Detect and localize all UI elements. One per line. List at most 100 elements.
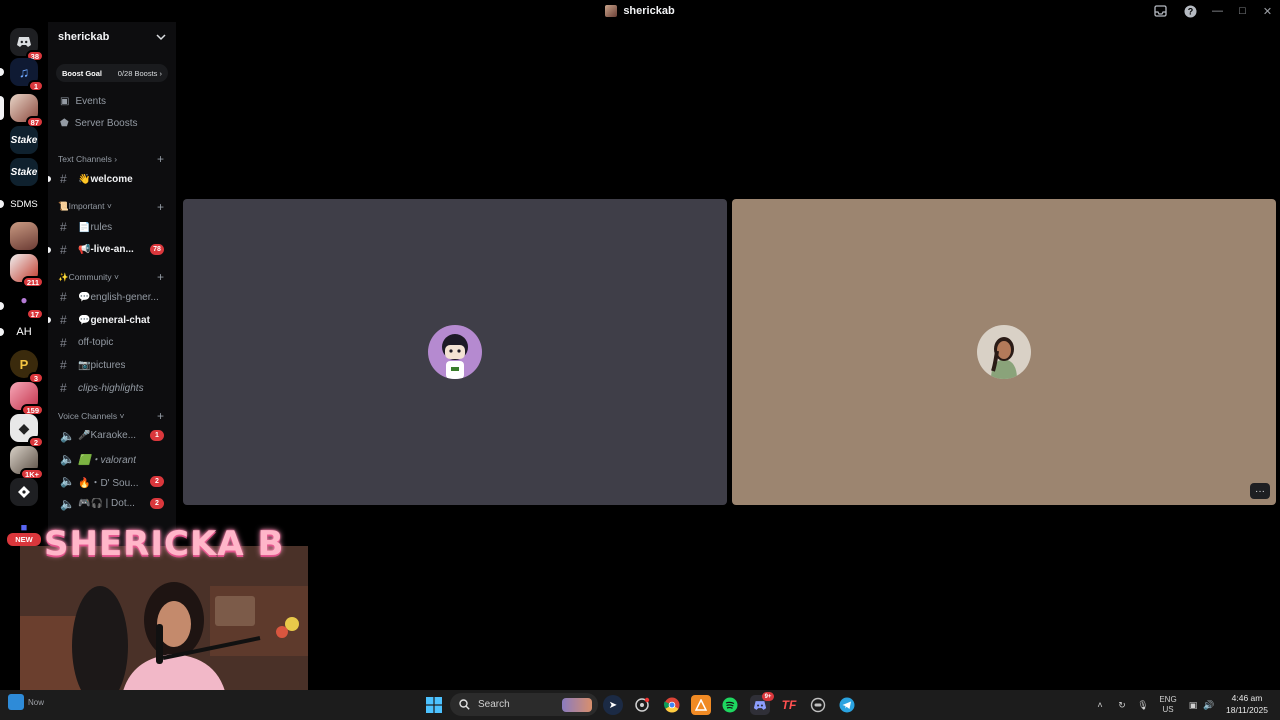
unread-pill <box>0 200 4 208</box>
speaker-icon: 🔈 <box>60 451 75 466</box>
p-logo-icon: P <box>19 356 29 372</box>
telegram-icon[interactable] <box>837 695 857 715</box>
server-icon-diamond[interactable]: ◆ 2 <box>10 414 44 448</box>
unread-dot <box>48 246 51 253</box>
minimize-icon[interactable]: — <box>1205 0 1230 22</box>
inbox-icon[interactable] <box>1145 0 1175 22</box>
server-icon-stake-2[interactable]: Stake <box>10 158 38 186</box>
search-placeholder: Search <box>478 699 510 710</box>
category-voice-channels[interactable]: Voice Channels ˅ + <box>48 407 176 425</box>
webcam-scene <box>20 546 308 708</box>
active-server-pill <box>0 96 4 120</box>
input-language-indicator[interactable]: ENG US <box>1155 690 1181 720</box>
music-note-icon: ♫ <box>18 64 30 80</box>
chevron-down-icon <box>156 33 166 40</box>
server-icon-sherickab[interactable]: 87 <box>10 94 44 128</box>
user-count-badge: 2 <box>150 498 164 510</box>
participant-tile-2[interactable]: ··· <box>732 199 1276 505</box>
voice-channel-dot[interactable]: 🔈 🎮🎧 | Dot... 2 <box>48 493 176 516</box>
participant-avatar <box>428 325 482 379</box>
app-icon-tf[interactable]: TF <box>779 695 799 715</box>
unread-dot <box>48 317 51 324</box>
streamer-name-overlay: SHERICKA B <box>44 524 285 564</box>
windows-start-icon[interactable] <box>424 695 444 715</box>
add-channel-icon[interactable]: + <box>157 409 164 423</box>
sync-icon[interactable]: ↻ <box>1112 690 1132 720</box>
widgets-button[interactable]: Now <box>8 694 44 710</box>
server-icon-pink[interactable]: 159 <box>10 382 44 416</box>
chevron-down-icon: ˅ <box>113 271 119 282</box>
channel-english-general[interactable]: # 💬english-gener... <box>48 286 176 309</box>
boost-goal-bar[interactable]: Boost Goal 0/28 Boosts › <box>56 64 168 82</box>
user-count-badge: 1 <box>150 430 164 442</box>
app-icon-browser[interactable]: ➤ <box>603 695 623 715</box>
channel-pictures[interactable]: # 📷pictures <box>48 354 176 377</box>
participant-avatar <box>977 325 1031 379</box>
server-icon-photo[interactable]: 1K+ <box>10 446 44 480</box>
server-icon-avatar[interactable] <box>10 222 38 250</box>
channel-name: off-topic <box>78 337 114 349</box>
voice-channel-karaoke[interactable]: 🔈 🎤Karaoke... 1 <box>48 425 176 448</box>
boost-progress-text: 0/28 Boosts <box>117 68 158 78</box>
close-icon[interactable]: ✕ <box>1255 0 1280 22</box>
channel-name: 💬general-chat <box>78 314 150 326</box>
app-icon-orange[interactable] <box>691 695 711 715</box>
taskbar-search[interactable]: Search <box>450 693 598 716</box>
add-channel-icon[interactable]: + <box>157 270 164 284</box>
server-header[interactable]: sherickab <box>48 22 176 52</box>
spotify-icon[interactable] <box>720 695 740 715</box>
language-code: ENG <box>1159 695 1177 704</box>
server-icon-balloon[interactable]: ● 17 <box>10 286 44 320</box>
maximize-icon[interactable]: □ <box>1230 0 1255 22</box>
channel-rules[interactable]: # 📄rules <box>48 216 176 239</box>
category-important[interactable]: 📜Important ˅ + <box>48 198 176 216</box>
more-options-button[interactable]: ··· <box>1250 483 1270 499</box>
system-clock[interactable]: 4:46 am 18/11/2025 <box>1218 692 1276 716</box>
events-label: Events <box>75 95 107 107</box>
app-icon-controller[interactable] <box>808 695 828 715</box>
server-icon-sdms[interactable]: SDMS <box>9 190 39 218</box>
events-item[interactable]: ▣ Events <box>48 90 176 112</box>
channel-name: 📢-live-an... <box>78 244 134 256</box>
voice-channel-valorant[interactable]: 🔈 🟩・valorant <box>48 447 176 470</box>
webcam-overlay <box>20 546 308 708</box>
unread-pill <box>0 328 4 336</box>
add-channel-icon[interactable]: + <box>157 152 164 166</box>
unread-dot <box>48 176 51 183</box>
show-hidden-icons-chevron-icon[interactable]: ˄ <box>1092 690 1108 720</box>
server-boosts-label: Server Boosts <box>74 117 138 129</box>
chrome-icon[interactable] <box>662 695 682 715</box>
server-icon-streamer[interactable]: 211 <box>10 254 44 288</box>
discover-icon[interactable] <box>10 478 38 506</box>
discord-app: sherickab ? — □ ✕ 38 ♫ 1 87 Stake Stake … <box>0 0 1280 720</box>
channel-clips-highlights[interactable]: # clips-highlights <box>48 377 176 400</box>
channel-general-chat[interactable]: # 💬general-chat <box>48 309 176 332</box>
unread-pill <box>0 302 4 310</box>
server-icon-music[interactable]: ♫ 1 <box>10 58 44 92</box>
hash-icon: # <box>60 172 67 187</box>
microphone-icon[interactable]: 🎙 <box>1134 690 1152 720</box>
volume-icon[interactable]: 🔊 <box>1200 690 1218 720</box>
channel-live-announcements[interactable]: # 📢-live-an... 78 <box>48 238 176 261</box>
add-channel-icon[interactable]: + <box>157 200 164 214</box>
server-boosts-item[interactable]: ⬟ Server Boosts <box>48 112 176 134</box>
app-icon-settings[interactable] <box>632 695 652 715</box>
chevron-right-icon: › <box>159 68 163 78</box>
server-icon-stake-1[interactable]: Stake <box>10 126 38 154</box>
discord-taskbar-icon[interactable]: 9+ <box>750 692 774 715</box>
channel-welcome[interactable]: # 👋welcome <box>48 168 176 191</box>
server-icon-p[interactable]: P 3 <box>10 350 44 384</box>
channel-name: 🟩・valorant <box>78 455 137 467</box>
direct-messages-icon[interactable]: 38 <box>10 28 44 62</box>
region-code: US <box>1162 705 1174 714</box>
help-icon[interactable]: ? <box>1175 0 1205 22</box>
category-community[interactable]: ✨Community ˅ + <box>48 268 176 286</box>
category-text-channels[interactable]: Text Channels › + <box>48 150 176 168</box>
server-badge: 1 <box>28 80 44 92</box>
clock-date: 18/11/2025 <box>1226 705 1268 715</box>
voice-channel-d-sou[interactable]: 🔈 🔥・D' Sou... 2 <box>48 470 176 493</box>
participant-tile-1[interactable] <box>183 199 727 505</box>
server-icon-ah[interactable]: AH <box>10 318 38 346</box>
new-badge: NEW <box>7 533 41 546</box>
channel-off-topic[interactable]: # off-topic <box>48 331 176 354</box>
